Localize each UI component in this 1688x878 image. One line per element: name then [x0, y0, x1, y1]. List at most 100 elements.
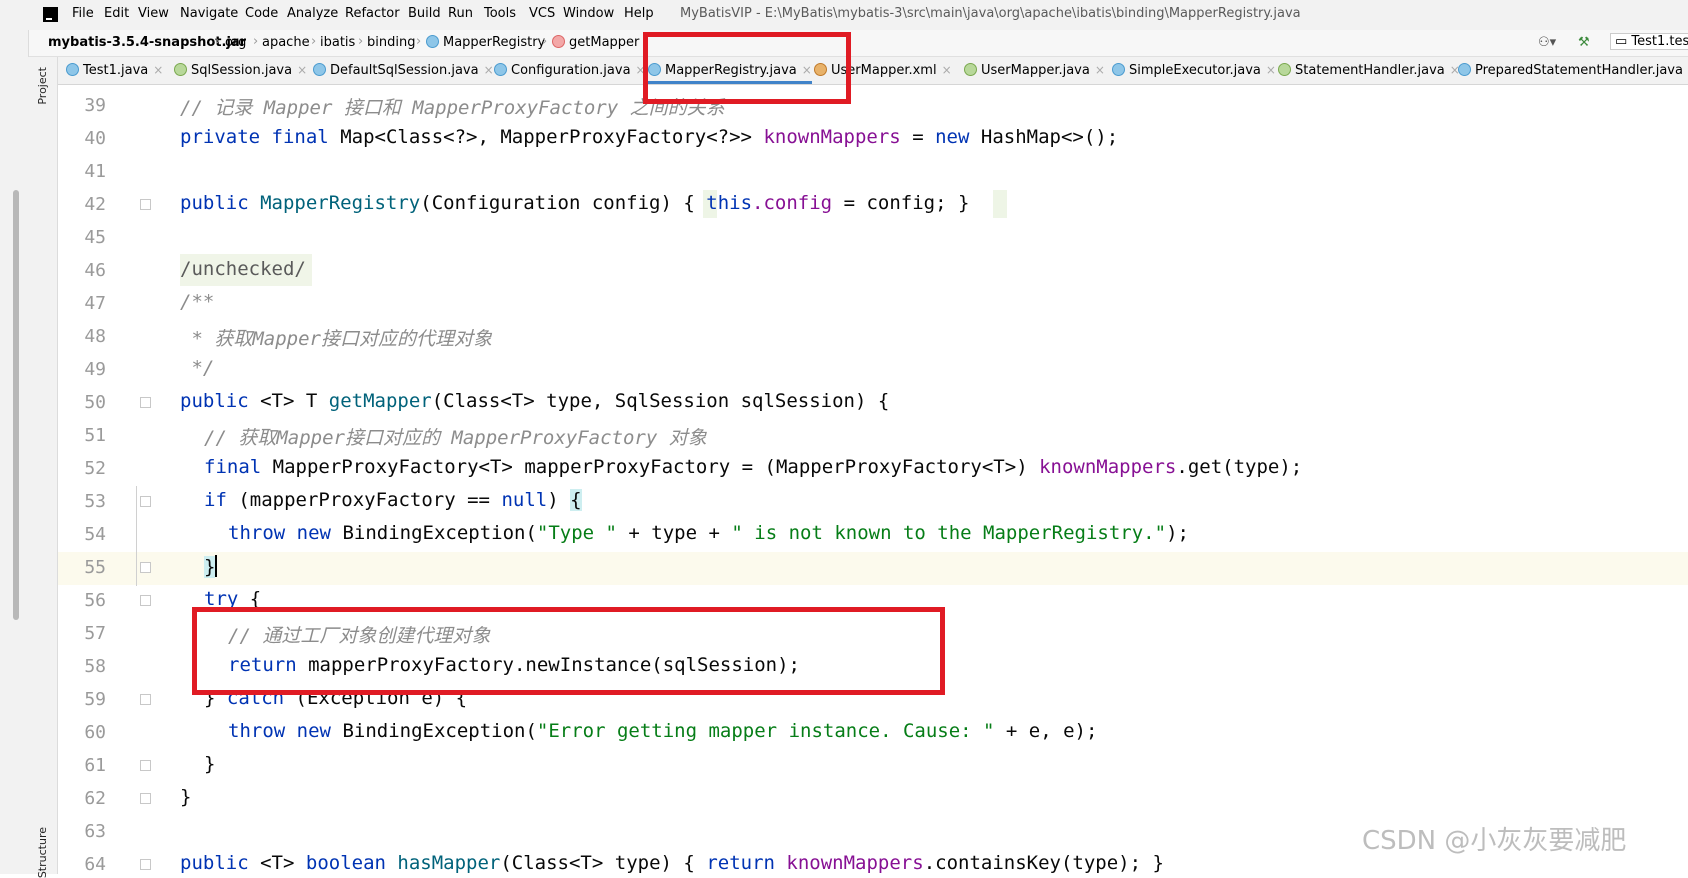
fold-marker-icon[interactable]: [140, 760, 151, 771]
tab-configuration[interactable]: Configuration.java×: [494, 57, 646, 84]
menu-view[interactable]: View: [138, 6, 169, 21]
intellij-logo-icon: [43, 7, 58, 22]
tab-preparedstatementhandler[interactable]: PreparedStatementHandler.java×: [1458, 57, 1688, 84]
tool-window-strip: Project Structure: [28, 57, 58, 874]
menu-build[interactable]: Build: [408, 6, 441, 21]
close-icon[interactable]: ×: [153, 63, 163, 77]
type: <T>: [260, 852, 294, 874]
keyword: new: [297, 720, 331, 742]
tab-test1[interactable]: Test1.java ×: [66, 57, 163, 84]
run-config-label: Test1.tes: [1631, 34, 1688, 49]
code-line: // 获取Mapper接口对应的 MapperProxyFactory 对象: [204, 423, 707, 450]
interface-icon: [174, 63, 187, 76]
menu-analyze[interactable]: Analyze: [287, 6, 338, 21]
brace: {: [683, 852, 694, 874]
user-icon[interactable]: ⚇▾: [1538, 35, 1556, 50]
tab-usermapper-java[interactable]: UserMapper.java×: [964, 57, 1105, 84]
code-line: if (mapperProxyFactory == null) {: [204, 489, 582, 511]
keyword: this: [706, 192, 752, 214]
breadcrumb-mapperregistry[interactable]: MapperRegistry: [426, 35, 545, 50]
close-icon[interactable]: ×: [942, 63, 952, 77]
fold-marker-icon[interactable]: [140, 397, 151, 408]
keyword: new: [297, 522, 331, 544]
menu-tools[interactable]: Tools: [484, 6, 516, 21]
code-text: (Class<T> type, SqlSession sqlSession) {: [432, 390, 890, 412]
line-number: 63: [70, 821, 106, 842]
menu-navigate[interactable]: Navigate: [180, 6, 238, 21]
keyword: if: [204, 489, 227, 511]
close-icon[interactable]: ×: [1095, 63, 1105, 77]
line-number: 58: [70, 656, 106, 677]
close-icon[interactable]: ×: [1266, 63, 1276, 77]
menu-run[interactable]: Run: [448, 6, 473, 21]
tab-label: Test1.java: [83, 63, 148, 78]
breadcrumb-binding[interactable]: binding: [367, 35, 415, 50]
close-icon[interactable]: ×: [484, 63, 494, 77]
tab-label: PreparedStatementHandler.java: [1475, 63, 1683, 78]
code-line: */: [180, 357, 214, 379]
fold-marker-icon[interactable]: [140, 595, 151, 606]
line-number: 59: [70, 689, 106, 710]
code-text: + e, e);: [994, 720, 1097, 742]
menu-edit[interactable]: Edit: [104, 6, 129, 21]
structure-tool-button[interactable]: Structure: [36, 827, 49, 878]
breadcrumb-separator-icon: ›: [358, 34, 363, 49]
interface-icon: [964, 63, 977, 76]
brace: {: [683, 192, 694, 214]
code-text: MapperProxyFactory<T> mapperProxyFactory…: [273, 456, 1028, 478]
brace: }: [958, 192, 969, 214]
type: <T>: [260, 390, 294, 412]
breadcrumb-apache[interactable]: apache: [262, 35, 310, 50]
breadcrumb-ibatis[interactable]: ibatis: [320, 35, 355, 50]
scrollbar[interactable]: [13, 190, 19, 620]
line-number: 46: [70, 260, 106, 281]
tab-simpleexecutor[interactable]: SimpleExecutor.java ×: [1112, 57, 1276, 84]
fold-marker-icon[interactable]: [140, 496, 151, 507]
field: knownMappers: [763, 126, 900, 148]
tab-label: Configuration.java: [511, 63, 631, 78]
type: T: [306, 390, 317, 412]
line-number: 42: [70, 194, 106, 215]
menu-help[interactable]: Help: [624, 6, 654, 21]
code-text: HashMap<>();: [981, 126, 1118, 148]
breadcrumb-org[interactable]: org: [225, 35, 246, 50]
fold-marker-icon[interactable]: [140, 793, 151, 804]
breadcrumb-label: MapperRegistry: [443, 35, 545, 50]
tab-sqlsession[interactable]: SqlSession.java×: [174, 57, 307, 84]
project-tool-button[interactable]: Project: [36, 67, 49, 105]
field: knownMappers: [786, 852, 923, 874]
code-line: /unchecked/: [180, 258, 306, 280]
menu-refactor[interactable]: Refactor: [345, 6, 400, 21]
code-line: }: [204, 555, 217, 578]
menu-vcs[interactable]: VCS: [529, 6, 555, 21]
line-number: 39: [70, 95, 106, 116]
fold-marker-icon[interactable]: [140, 859, 151, 870]
brace: }: [204, 556, 215, 578]
line-number: 62: [70, 788, 106, 809]
operator: =: [912, 126, 923, 148]
tab-defaultsqlsession[interactable]: DefaultSqlSession.java×: [313, 57, 494, 84]
tab-label: SimpleExecutor.java: [1129, 63, 1261, 78]
fold-marker-icon[interactable]: [140, 199, 151, 210]
code-line: final MapperProxyFactory<T> mapperProxyF…: [204, 456, 1302, 478]
tab-statementhandler[interactable]: StatementHandler.java×: [1278, 57, 1460, 84]
code-text: (Configuration config): [420, 192, 672, 214]
menu-code[interactable]: Code: [245, 6, 278, 21]
hammer-icon[interactable]: ⚒: [1578, 35, 1590, 50]
fold-marker-icon[interactable]: [140, 694, 151, 705]
run-config-select[interactable]: ▭ Test1.tes: [1610, 33, 1688, 50]
breadcrumb-getmapper[interactable]: getMapper: [552, 35, 639, 50]
close-icon[interactable]: ×: [297, 63, 307, 77]
line-number: 61: [70, 755, 106, 776]
menu-window[interactable]: Window: [563, 6, 614, 21]
class-icon: [313, 63, 326, 76]
type: Map<Class<?>, MapperProxyFactory<?>>: [340, 126, 752, 148]
fold-marker-icon[interactable]: [140, 562, 151, 573]
line-number: 50: [70, 392, 106, 413]
current-line-highlight: [148, 552, 1688, 585]
keyword: throw: [228, 720, 285, 742]
menu-file[interactable]: File: [72, 6, 94, 21]
code-line: public <T> boolean hasMapper(Class<T> ty…: [180, 852, 1164, 874]
keyword: return: [706, 852, 775, 874]
code-text: );: [1166, 522, 1189, 544]
